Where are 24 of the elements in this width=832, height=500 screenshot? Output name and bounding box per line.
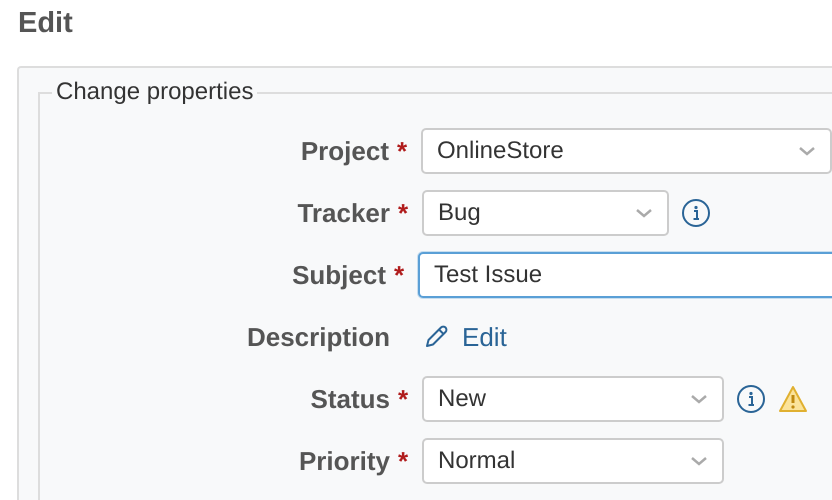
chevron-down-icon xyxy=(690,455,708,467)
field-label: Project xyxy=(300,136,389,166)
select-field[interactable]: Bug xyxy=(422,190,669,236)
page-title: Edit xyxy=(17,6,74,41)
text-input[interactable]: Test Issue xyxy=(418,252,832,298)
field-label: Description xyxy=(246,322,390,352)
field-label: Priority xyxy=(298,446,390,476)
required-mark: * xyxy=(398,198,410,228)
field-label: Subject xyxy=(292,260,386,290)
select-field[interactable]: New xyxy=(422,376,724,422)
select-field[interactable]: OnlineStore xyxy=(421,128,832,174)
required-mark: * xyxy=(397,136,408,166)
required-mark: * xyxy=(398,446,410,476)
chevron-down-icon xyxy=(798,145,816,157)
chevron-down-icon xyxy=(690,393,708,405)
field-label: Status xyxy=(310,384,390,414)
field-label: Tracker xyxy=(297,198,390,228)
info-icon[interactable] xyxy=(736,384,766,414)
select-field[interactable]: Normal xyxy=(422,438,724,484)
chevron-down-icon xyxy=(635,207,653,219)
edit-link[interactable]: Edit xyxy=(422,322,507,352)
required-mark: * xyxy=(394,260,406,290)
required-mark: * xyxy=(398,384,410,414)
info-icon[interactable] xyxy=(681,198,711,228)
